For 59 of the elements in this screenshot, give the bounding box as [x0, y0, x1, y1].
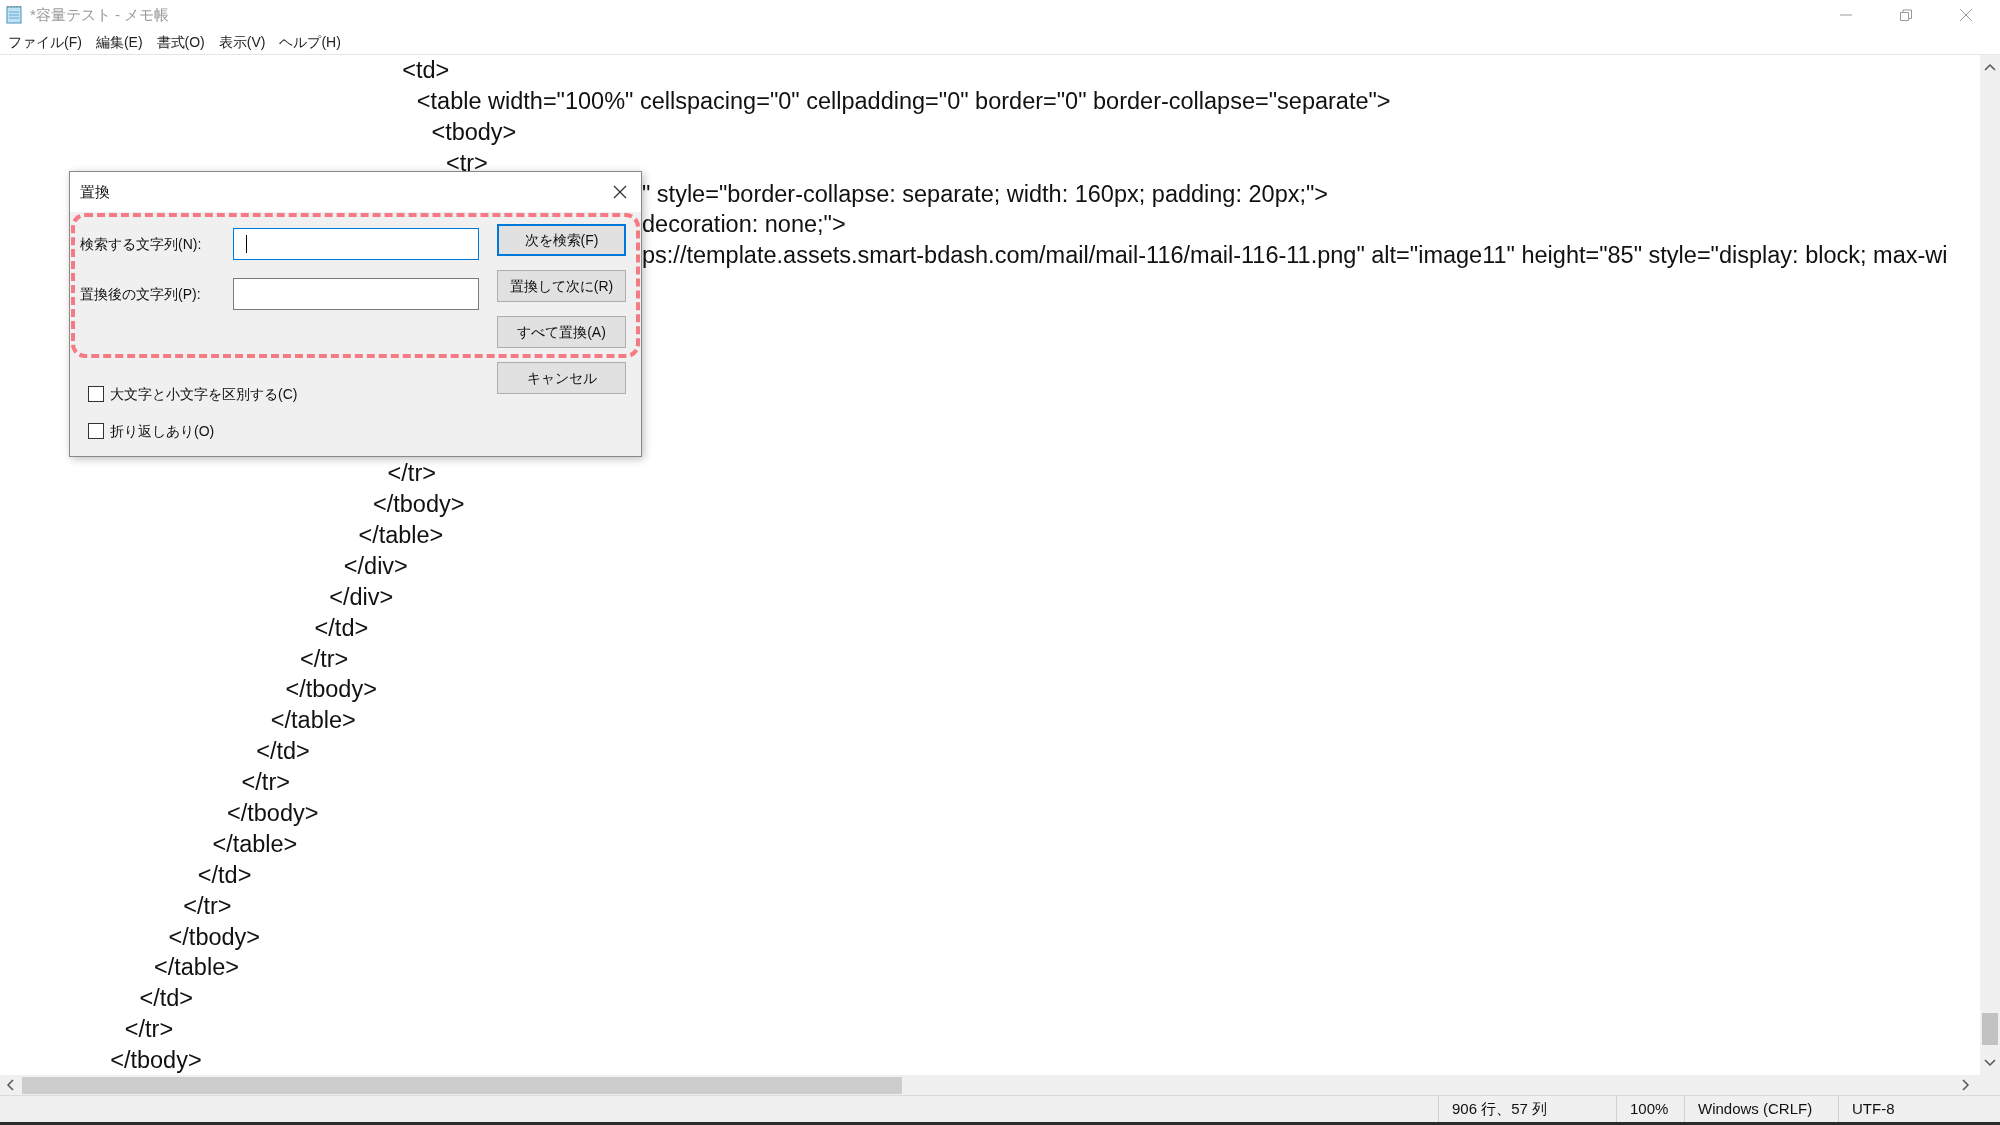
- checkbox-label: 大文字と小文字を区別する(C): [110, 384, 298, 404]
- scroll-thumb[interactable]: [1982, 1013, 1998, 1045]
- code-line: ps://template.assets.smart-bdash.com/mail/mail-116/mail-116-11.png" alt="image11" height="85" style="display: block; max-wi: [642, 242, 1948, 269]
- dialog-title: 置換: [80, 181, 110, 202]
- code-line: </table>: [269, 707, 356, 734]
- notepad-icon: [4, 5, 24, 25]
- dialog-button[interactable]: 置換して次に(R): [497, 270, 626, 302]
- scroll-left-icon[interactable]: [6, 1079, 14, 1091]
- scroll-up-icon[interactable]: [1984, 63, 1996, 71]
- menu-item[interactable]: ファイル(F): [2, 31, 88, 53]
- scroll-down-icon[interactable]: [1984, 1059, 1996, 1067]
- code-line: </tbody>: [372, 491, 465, 518]
- status-text: UTF-8: [1852, 1098, 1895, 1119]
- code-line: </td>: [196, 861, 252, 888]
- code-line: " style="border-collapse: separate; width: 160px; padding: 20px;">: [642, 180, 1329, 207]
- status-text: 906 行、57 列: [1452, 1098, 1548, 1119]
- field-label: 検索する文字列(N):: [80, 234, 203, 254]
- input-field[interactable]: [233, 228, 479, 260]
- code-line: </tbody>: [167, 923, 261, 950]
- code-line: <td>: [401, 57, 450, 83]
- status-text: 100%: [1630, 1098, 1669, 1119]
- code-line: </tr>: [182, 892, 232, 919]
- code-line: </div>: [342, 552, 408, 579]
- code-line: </table>: [211, 830, 298, 857]
- code-line: </tbody>: [284, 676, 377, 703]
- menu-item[interactable]: 編集(E): [89, 31, 149, 53]
- checkbox[interactable]: [88, 386, 104, 402]
- close-icon[interactable]: [613, 185, 627, 199]
- checkbox-label: 折り返しあり(O): [110, 421, 215, 441]
- code-line: </td>: [255, 738, 310, 765]
- dialog-button[interactable]: キャンセル: [497, 362, 626, 394]
- code-line: </tbody>: [109, 1047, 202, 1074]
- menu-item[interactable]: 表示(V): [212, 31, 272, 53]
- code-line: </tr>: [123, 1016, 174, 1043]
- dialog-button[interactable]: 次を検索(F): [497, 224, 626, 256]
- code-line: decoration: none;">: [642, 211, 846, 238]
- checkbox[interactable]: [88, 423, 104, 439]
- field-label: 置換後の文字列(P):: [80, 284, 202, 304]
- code-line: </tbody>: [226, 800, 319, 827]
- code-line: </tr>: [299, 645, 349, 672]
- menu-item[interactable]: 書式(O): [150, 31, 211, 53]
- status-text: Windows (CRLF): [1698, 1098, 1813, 1119]
- code-line: <table width="100%" cellspacing="0" cellpadding="0" border="0" border-collapse="separate">: [415, 87, 1391, 114]
- code-line: </tr>: [386, 460, 436, 487]
- restore-icon[interactable]: [1899, 8, 1913, 22]
- code-line: </table>: [357, 522, 444, 548]
- scroll-thumb[interactable]: [22, 1076, 902, 1094]
- menu-item[interactable]: ヘルプ(H): [273, 31, 347, 53]
- code-line: </table>: [153, 954, 239, 981]
- code-line: </tr>: [240, 769, 290, 796]
- code-line: </td>: [138, 985, 193, 1012]
- code-line: <tbody>: [430, 118, 517, 145]
- scroll-right-icon[interactable]: [1962, 1079, 1970, 1091]
- code-line: <tr>: [445, 149, 488, 176]
- window-title: *容量テスト - メモ帳: [30, 4, 170, 25]
- code-line: </div>: [328, 583, 394, 610]
- code-line: </td>: [313, 614, 369, 641]
- dialog-button[interactable]: すべて置換(A): [497, 316, 626, 348]
- input-field[interactable]: [233, 278, 479, 310]
